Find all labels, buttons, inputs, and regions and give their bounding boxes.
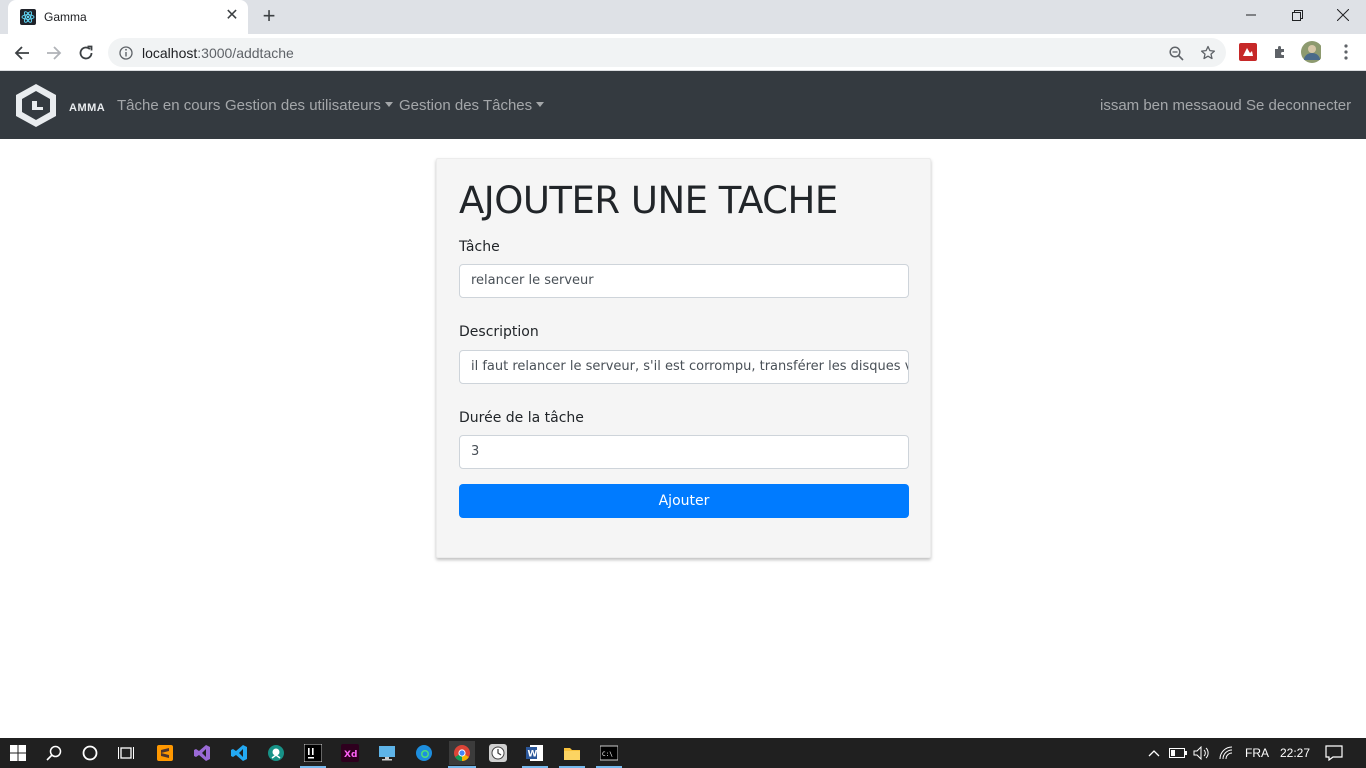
intellij-icon[interactable]: [301, 741, 325, 765]
nav-dropdown-taches-label: Gestion des Tâches: [399, 97, 533, 114]
duration-input[interactable]: 3: [459, 435, 909, 469]
wifi-icon[interactable]: [1215, 741, 1239, 765]
browser-tab-bar: Gamma ✕ +: [0, 0, 1366, 34]
minimize-icon[interactable]: [1228, 0, 1274, 30]
nav-dropdown-taches[interactable]: Gestion des Tâches: [399, 97, 545, 114]
description-input[interactable]: il faut relancer le serveur, s'il est co…: [459, 350, 909, 384]
brand-text: AMMA: [69, 102, 106, 114]
file-explorer-icon[interactable]: [560, 741, 584, 765]
language-indicator[interactable]: FRA: [1245, 746, 1269, 760]
volume-icon[interactable]: [1190, 741, 1214, 765]
windows-start-icon[interactable]: [6, 741, 30, 765]
zoom-icon[interactable]: [1167, 44, 1185, 62]
svg-text:C:\: C:\: [602, 751, 613, 758]
close-window-icon[interactable]: [1320, 0, 1366, 30]
notifications-icon[interactable]: [1322, 741, 1346, 765]
clock-time[interactable]: 22:27: [1280, 746, 1310, 760]
nav-link-tache-en-cours[interactable]: Tâche en cours: [117, 97, 220, 114]
restore-icon[interactable]: [1274, 0, 1320, 30]
cortana-icon[interactable]: [78, 741, 102, 765]
task-view-icon[interactable]: [114, 741, 138, 765]
tab-title: Gamma: [44, 10, 87, 24]
word-icon[interactable]: W: [523, 741, 547, 765]
chevron-up-icon[interactable]: [1142, 741, 1166, 765]
info-icon[interactable]: [117, 44, 135, 62]
extension-red-icon[interactable]: [1238, 42, 1258, 62]
task-label: Tâche: [459, 239, 500, 255]
address-bar[interactable]: localhost:3000/addtache: [108, 38, 1226, 67]
nav-dropdown-utilisateurs[interactable]: Gestion des utilisateurs: [225, 97, 393, 114]
windows-taskbar: Xd W C:\ FRA 22:27: [0, 738, 1366, 768]
chrome-icon[interactable]: [449, 741, 475, 765]
svg-text:W: W: [528, 750, 538, 760]
nav-logout-link[interactable]: Se deconnecter: [1246, 97, 1351, 114]
url-text: localhost:3000/addtache: [142, 45, 294, 61]
gitkraken-icon[interactable]: [264, 741, 288, 765]
url-path: :3000/addtache: [197, 45, 294, 61]
form-title: AJOUTER UNE TACHE: [459, 179, 838, 222]
brand-logo[interactable]: AMMA: [12, 82, 105, 128]
nav-user-name[interactable]: issam ben messaoud: [1100, 97, 1242, 114]
react-favicon-icon: [20, 9, 36, 25]
app-navbar: AMMA Tâche en cours Gestion des utilisat…: [0, 71, 1366, 139]
svg-text:Xd: Xd: [344, 750, 357, 760]
vscode-icon[interactable]: [227, 741, 251, 765]
edge-icon[interactable]: [412, 741, 436, 765]
back-arrow-icon[interactable]: [9, 40, 35, 66]
visual-studio-icon[interactable]: [190, 741, 214, 765]
nav-dropdown-utilisateurs-label: Gestion des utilisateurs: [225, 97, 381, 114]
duration-label: Durée de la tâche: [459, 410, 584, 426]
profile-avatar-icon[interactable]: [1301, 41, 1321, 63]
extensions-puzzle-icon[interactable]: [1270, 42, 1290, 62]
remote-desktop-icon[interactable]: [375, 741, 399, 765]
battery-icon[interactable]: [1166, 741, 1190, 765]
browser-tab[interactable]: Gamma ✕: [8, 0, 248, 34]
adobe-xd-icon[interactable]: Xd: [338, 741, 362, 765]
reload-icon[interactable]: [73, 40, 99, 66]
gamma-logo-icon: [16, 84, 56, 127]
new-tab-icon[interactable]: +: [258, 5, 280, 28]
search-icon[interactable]: [42, 741, 66, 765]
add-task-card: AJOUTER UNE TACHE Tâche relancer le serv…: [436, 158, 931, 558]
sublime-text-icon[interactable]: [153, 741, 177, 765]
clock-app-icon[interactable]: [486, 741, 510, 765]
browser-menu-icon[interactable]: [1336, 42, 1356, 62]
browser-toolbar: localhost:3000/addtache: [0, 34, 1366, 71]
command-prompt-icon[interactable]: C:\: [597, 741, 621, 765]
close-tab-icon[interactable]: ✕: [224, 8, 240, 24]
caret-down-icon: [384, 102, 393, 107]
add-task-button[interactable]: Ajouter: [459, 484, 909, 518]
forward-arrow-icon[interactable]: [41, 40, 67, 66]
task-input[interactable]: relancer le serveur: [459, 264, 909, 298]
description-label: Description: [459, 324, 539, 340]
url-host: localhost: [142, 45, 198, 61]
caret-down-icon: [536, 102, 545, 107]
bookmark-star-icon[interactable]: [1199, 44, 1217, 62]
